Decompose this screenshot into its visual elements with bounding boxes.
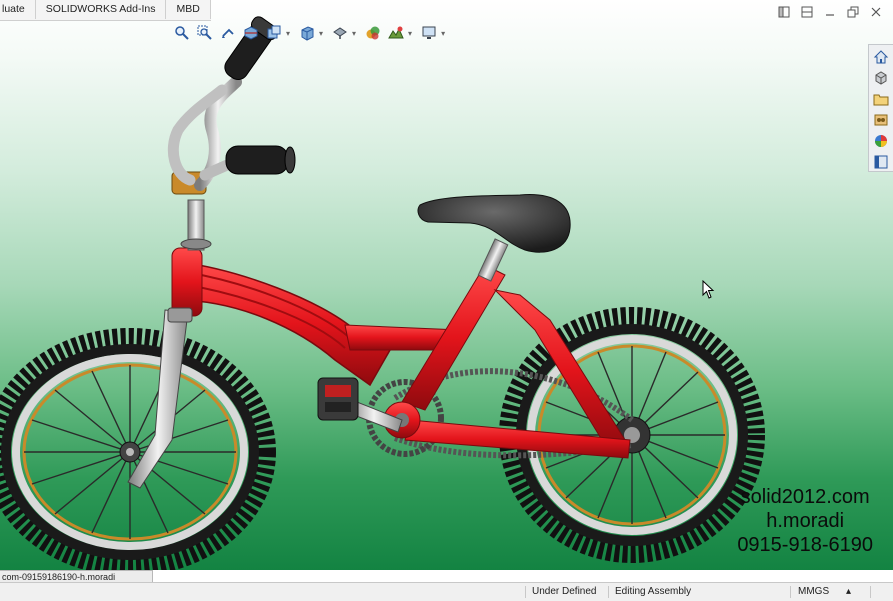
split-view-icon[interactable] [777, 5, 791, 19]
tab-solidworks-addins[interactable]: SOLIDWORKS Add-Ins [36, 0, 167, 19]
status-divider [870, 586, 871, 598]
task-pane [868, 44, 893, 172]
status-divider [608, 586, 609, 598]
tab-evaluate[interactable]: luate [0, 0, 36, 19]
close-icon[interactable] [869, 5, 883, 19]
status-divider [525, 586, 526, 598]
watermark-text: solid2012.com h.moradi 0915-918-6190 [737, 485, 873, 557]
tab-mbd[interactable]: MBD [166, 0, 211, 19]
restore-icon[interactable] [846, 5, 860, 19]
command-manager-tabs: luate SOLIDWORKS Add-Ins MBD [0, 0, 211, 21]
seat [417, 194, 571, 282]
units-chevron-up-icon[interactable]: ▴ [846, 583, 851, 601]
mouse-pointer-icon [702, 280, 715, 299]
watermark-line-website: solid2012.com [740, 486, 870, 508]
previous-view-icon[interactable] [218, 23, 238, 43]
edit-appearance-icon[interactable] [386, 23, 406, 43]
custom-properties-icon[interactable] [871, 152, 891, 171]
view-settings-icon[interactable] [419, 23, 439, 43]
dynamic-annotation-icon[interactable] [264, 23, 284, 43]
window-controls [777, 5, 883, 19]
parts-library-icon[interactable] [871, 68, 891, 87]
file-explorer-icon[interactable] [871, 89, 891, 108]
appearances-icon[interactable] [871, 131, 891, 150]
home-icon[interactable] [871, 47, 891, 66]
tile-view-icon[interactable] [800, 5, 814, 19]
section-view-icon[interactable] [241, 23, 261, 43]
zoom-to-fit-icon[interactable] [172, 23, 192, 43]
view-orientation-icon[interactable] [297, 23, 317, 43]
zoom-area-icon[interactable] [195, 23, 215, 43]
handlebar [167, 16, 296, 251]
pedal [317, 377, 359, 421]
chevron-down-icon[interactable]: ▾ [441, 29, 445, 38]
chevron-down-icon[interactable]: ▾ [408, 29, 412, 38]
hide-show-items-icon[interactable] [363, 23, 383, 43]
status-edit-mode: Editing Assembly [615, 586, 692, 597]
chevron-down-icon[interactable]: ▾ [352, 29, 356, 38]
display-style-icon[interactable] [330, 23, 350, 43]
status-divider [790, 586, 791, 598]
watermark-line-phone: 0915-918-6190 [737, 534, 873, 556]
heads-up-view-toolbar: ▾ ▾ ▾ ▾ ▾ [172, 22, 449, 44]
minimize-icon[interactable] [823, 5, 837, 19]
chevron-down-icon[interactable]: ▾ [286, 29, 290, 38]
front-wheel [0, 328, 276, 570]
status-sketch-state: Under Defined [532, 586, 597, 597]
status-bar: Under Defined Editing Assembly MMGS ▴ [0, 582, 893, 601]
watermark-line-name: h.moradi [766, 510, 845, 532]
chevron-down-icon[interactable]: ▾ [319, 29, 323, 38]
view-palette-icon[interactable] [871, 110, 891, 129]
units-selector[interactable]: MMGS [798, 583, 829, 601]
